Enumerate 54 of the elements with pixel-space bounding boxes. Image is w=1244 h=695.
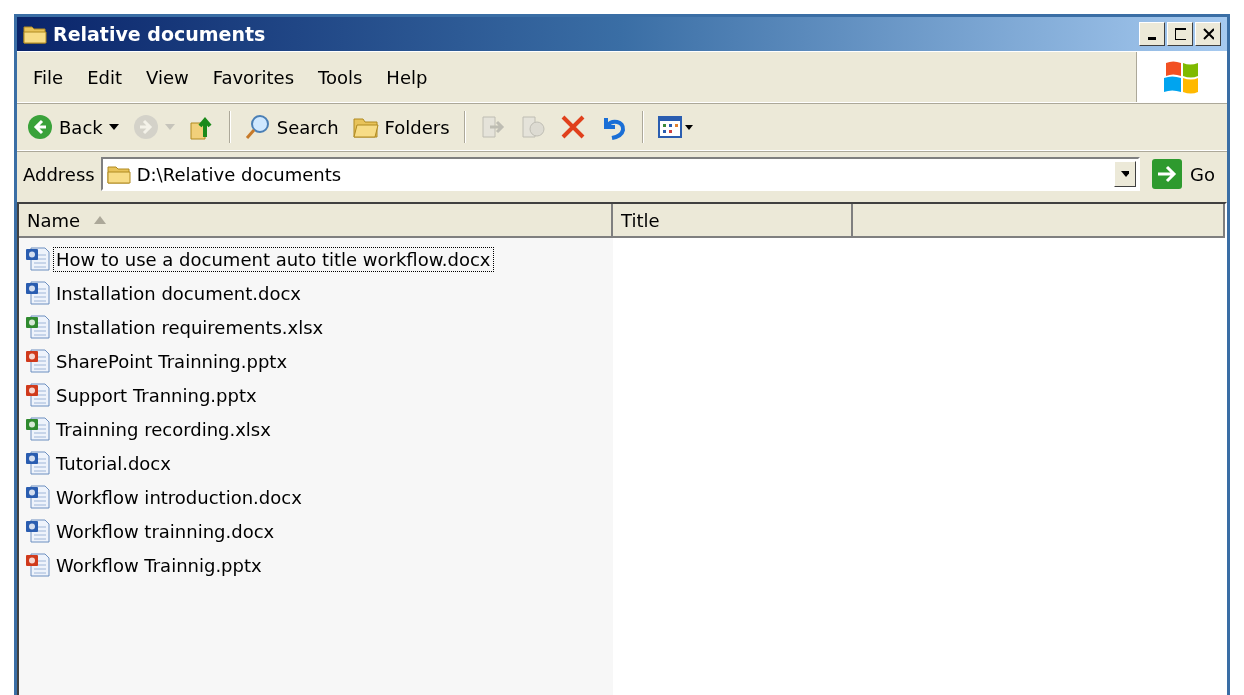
presentation-icon <box>25 552 51 578</box>
go-button[interactable]: Go <box>1146 159 1221 189</box>
move-to-icon <box>479 114 506 140</box>
views-icon <box>657 115 694 139</box>
caret-icon <box>1121 171 1130 177</box>
menu-item[interactable]: Favorites <box>202 62 304 92</box>
menu-item[interactable]: Tools <box>308 62 373 92</box>
word-document-icon <box>25 518 51 544</box>
search-icon <box>244 114 271 140</box>
menu-item[interactable]: View <box>136 62 199 92</box>
file-name[interactable]: Workflow trainning.docx <box>53 518 278 544</box>
folder-icon <box>23 24 47 44</box>
folder-icon <box>352 116 379 138</box>
file-name[interactable]: SharePoint Trainning.pptx <box>53 348 291 374</box>
search-button[interactable]: Search <box>240 112 343 142</box>
window-title: Relative documents <box>53 23 267 45</box>
word-document-icon <box>25 246 51 272</box>
word-document-icon <box>25 450 51 476</box>
minimize-button[interactable] <box>1139 22 1165 46</box>
spreadsheet-icon <box>25 416 51 442</box>
maximize-button[interactable] <box>1167 22 1193 46</box>
file-name[interactable]: How to use a document auto title workflow.docx <box>53 246 494 272</box>
maximize-icon <box>1174 27 1186 41</box>
sort-arrow-icon <box>94 216 107 224</box>
column-header[interactable]: Name <box>19 204 613 236</box>
file-name[interactable]: Support Tranning.pptx <box>53 382 260 408</box>
file-name[interactable]: Trainning recording.xlsx <box>53 416 274 442</box>
presentation-icon <box>25 348 51 374</box>
copy-to-icon <box>519 114 546 140</box>
close-button[interactable] <box>1195 22 1221 46</box>
minimize-icon <box>1148 37 1156 40</box>
file-name[interactable]: Tutorial.docx <box>53 450 174 476</box>
word-document-icon <box>25 280 51 306</box>
column-header[interactable]: Title <box>613 204 853 236</box>
address-label: Address <box>23 163 95 185</box>
presentation-icon <box>25 382 51 408</box>
file-name[interactable]: Installation document.docx <box>53 280 304 306</box>
menu-item[interactable]: File <box>23 62 74 92</box>
file-name[interactable]: Workflow introduction.docx <box>53 484 305 510</box>
menu-item[interactable]: Edit <box>77 62 132 92</box>
close-icon <box>1202 27 1214 41</box>
word-document-icon <box>25 484 51 510</box>
spreadsheet-icon <box>25 314 51 340</box>
file-name[interactable]: Installation requirements.xlsx <box>53 314 327 340</box>
folders-button[interactable]: Folders <box>348 114 454 140</box>
delete-icon <box>559 114 586 140</box>
caret-icon <box>164 124 175 130</box>
address-field[interactable]: D:\Relative documents <box>100 157 1141 191</box>
folder-icon <box>106 164 131 184</box>
caret-icon <box>108 124 119 130</box>
menu-item[interactable]: Help <box>376 62 438 92</box>
file-name[interactable]: Workflow Trainnig.pptx <box>53 552 265 578</box>
dropdown-button[interactable] <box>1114 161 1137 187</box>
back-button[interactable]: Back <box>23 112 123 142</box>
